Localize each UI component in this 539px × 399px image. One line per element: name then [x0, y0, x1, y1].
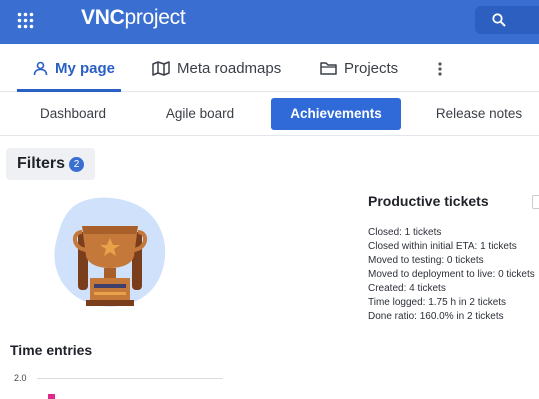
panel-toggle-edge[interactable]: [532, 195, 539, 209]
top-bar: VNCproject: [0, 0, 539, 44]
stat-closed: Closed: 1 tickets: [368, 227, 442, 238]
filters-label: Filters: [17, 155, 66, 172]
more-vertical-icon[interactable]: [436, 61, 444, 77]
tab-projects-label: Projects: [344, 59, 399, 77]
tab-meta-roadmaps-label: Meta roadmaps: [177, 59, 282, 77]
main-nav-tabs: My page Meta roadmaps Projects: [0, 44, 539, 92]
stat-done-ratio: Done ratio: 160.0% in 2 tickets: [368, 311, 504, 322]
stat-created: Created: 4 tickets: [368, 283, 446, 294]
stat-moved-to-live: Moved to deployment to live: 0 tickets: [368, 269, 535, 280]
search-button[interactable]: [475, 6, 539, 34]
y-axis-tick-label: 2.0: [14, 373, 27, 383]
trophy-illustration: [54, 197, 166, 307]
search-icon: [492, 13, 506, 27]
apps-grid-icon[interactable]: [17, 12, 34, 29]
productive-tickets-title: Productive tickets: [368, 193, 489, 209]
time-entry-bar: [48, 394, 55, 399]
tab-my-page[interactable]: My page: [17, 44, 121, 92]
stat-moved-to-testing: Moved to testing: 0 tickets: [368, 255, 484, 266]
tab-projects[interactable]: Projects: [320, 44, 398, 92]
tab-release-notes[interactable]: Release notes: [432, 98, 526, 130]
logo-bold-text: VNC: [81, 6, 125, 29]
map-icon: [152, 60, 170, 76]
logo-text: project: [124, 6, 186, 29]
filters-count-badge: 2: [69, 156, 85, 172]
tab-agile-board[interactable]: Agile board: [155, 98, 245, 130]
tab-dashboard[interactable]: Dashboard: [31, 98, 115, 130]
folder-icon: [320, 62, 337, 75]
stat-time-logged: Time logged: 1.75 h in 2 tickets: [368, 297, 507, 308]
filters-button[interactable]: Filters 2: [6, 148, 95, 180]
stat-closed-within-eta: Closed within initial ETA: 1 tickets: [368, 241, 517, 252]
tab-achievements[interactable]: Achievements: [271, 98, 401, 130]
tab-my-page-label: My page: [55, 59, 116, 77]
app-logo[interactable]: VNCproject: [81, 6, 186, 30]
person-icon: [33, 61, 48, 75]
sub-nav-tabs: Dashboard Agile board Achievements Relea…: [0, 92, 539, 136]
time-entries-title: Time entries: [10, 342, 93, 358]
chart-grid-line: [37, 378, 223, 379]
productive-stats-list: Closed: 1 tickets Closed within initial …: [368, 226, 539, 324]
tab-meta-roadmaps[interactable]: Meta roadmaps: [152, 44, 281, 92]
